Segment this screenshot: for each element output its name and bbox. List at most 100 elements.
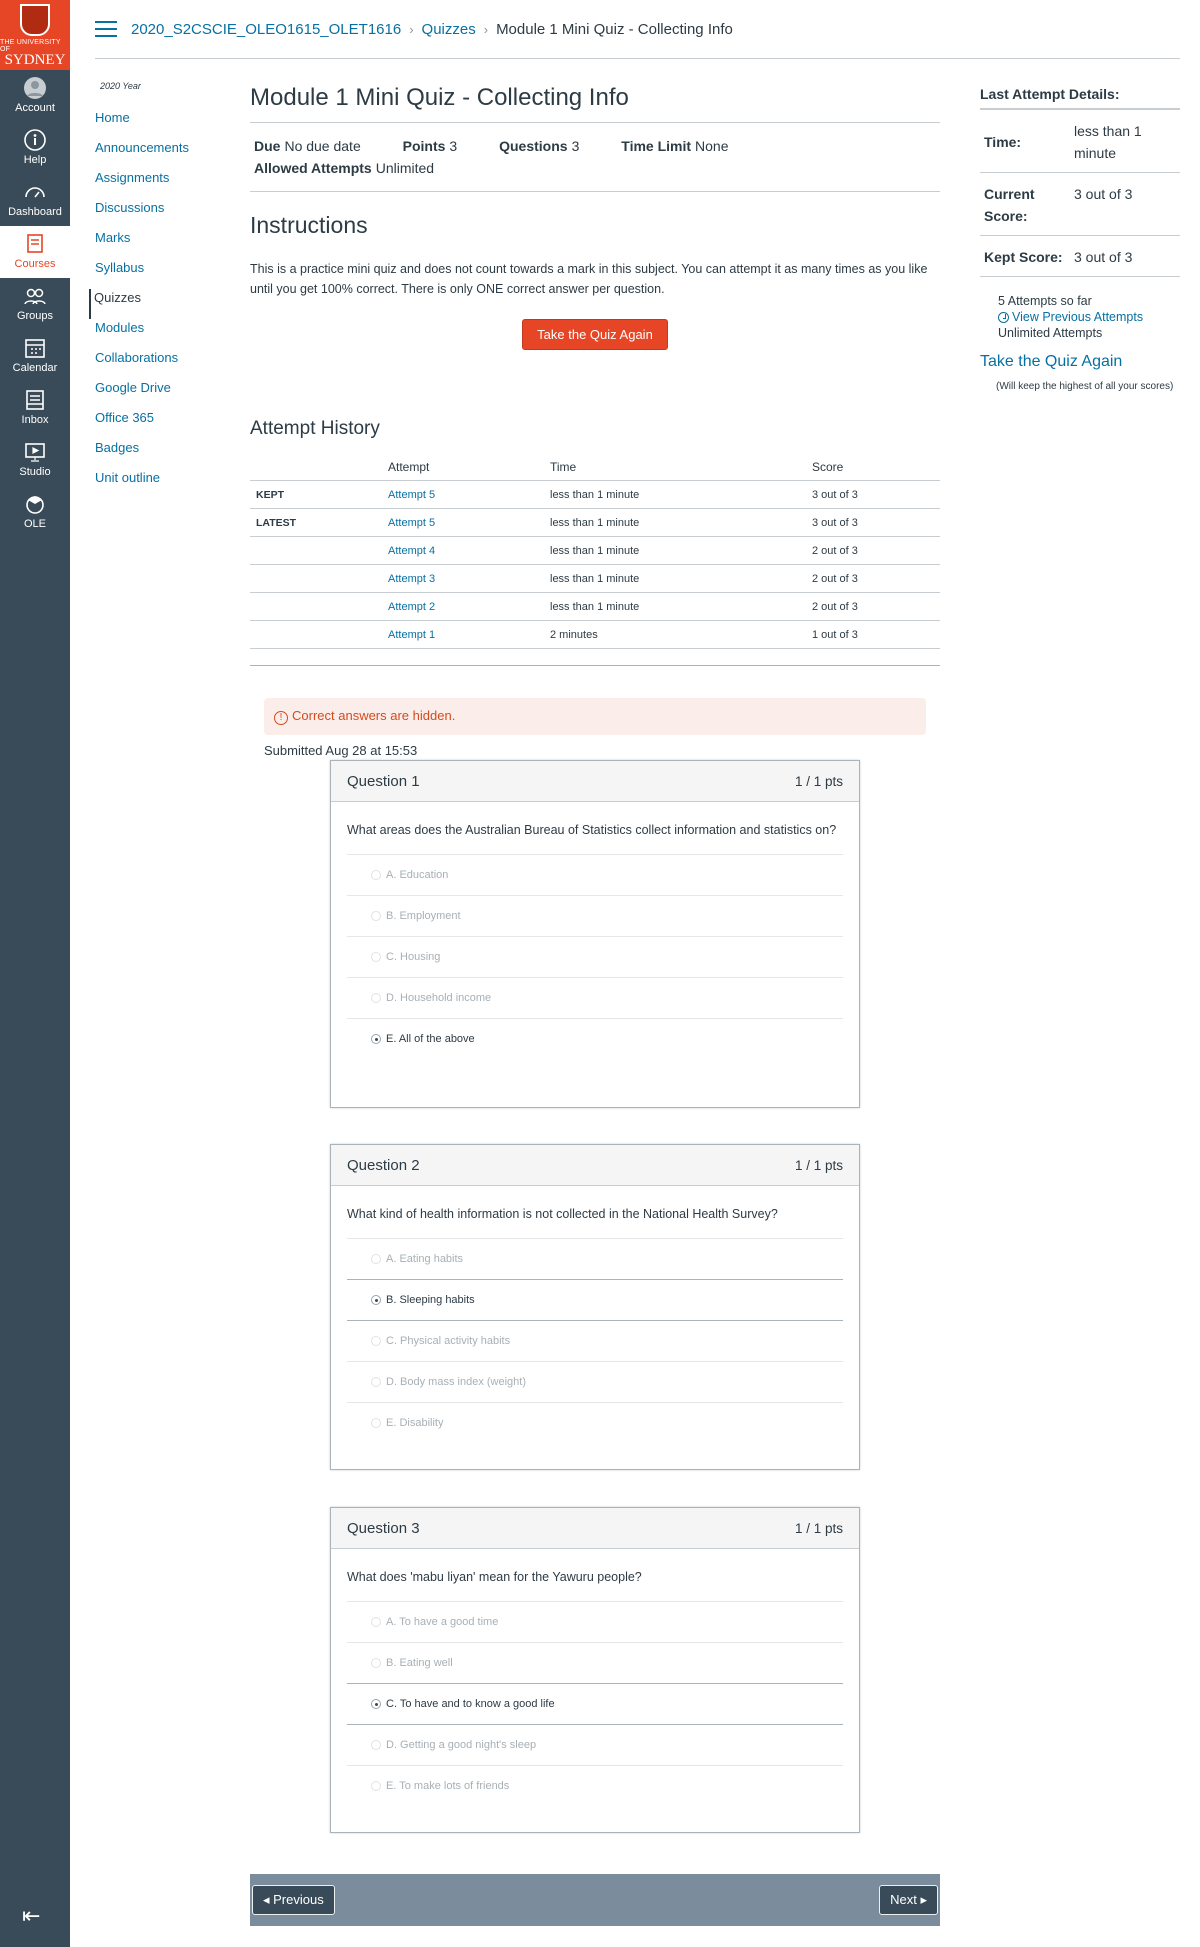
course-nav-badges[interactable]: Badges — [92, 439, 222, 469]
course-nav-collaborations[interactable]: Collaborations — [92, 349, 222, 379]
attempt-link[interactable]: Attempt 1 — [382, 620, 544, 649]
attempts-so-far: 5 Attempts so far — [998, 294, 1092, 308]
row-tag — [250, 536, 382, 565]
attempt-link[interactable]: Attempt 4 — [382, 536, 544, 565]
course-nav-home[interactable]: Home — [92, 109, 222, 139]
table-row: LATEST Attempt 5 less than 1 minute 3 out o… — [250, 508, 940, 537]
answer-option: D. Household income — [347, 977, 843, 1018]
course-nav-google-drive[interactable]: Google Drive — [92, 379, 222, 409]
gnav-inbox-label: Inbox — [21, 414, 49, 426]
attempt-link[interactable]: Attempt 5 — [382, 480, 544, 509]
answer-label: C. Physical activity habits — [386, 1335, 511, 1347]
course-nav-modules[interactable]: Modules — [92, 319, 222, 349]
answer-label: D. Getting a good night's sleep — [386, 1739, 537, 1751]
clock-icon — [998, 312, 1009, 323]
table-row: Attempt 12 minutes 1 out of 3 — [250, 620, 940, 649]
questions-label: Questions — [499, 138, 568, 154]
course-nav-quizzes[interactable]: Quizzes — [89, 289, 222, 319]
gnav-calendar[interactable]: Calendar — [0, 330, 70, 382]
gnav-groups-label: Groups — [16, 310, 54, 322]
answer-option: D. Getting a good night's sleep — [347, 1724, 843, 1765]
course-nav-syllabus[interactable]: Syllabus — [92, 259, 222, 289]
gnav-account[interactable]: Account — [0, 70, 70, 122]
course-nav-announcements[interactable]: Announcements — [92, 139, 222, 169]
row-tag: KEPT — [250, 480, 382, 509]
gnav-courses[interactable]: Courses — [0, 226, 70, 278]
answer-option-selected: E. All of the above — [347, 1018, 843, 1059]
sidebar-time-value: less than 1 minute — [1074, 123, 1142, 161]
answer-label: E. Disability — [386, 1417, 444, 1429]
attempt-link[interactable]: Attempt 5 — [382, 508, 544, 537]
row-time: 2 minutes — [544, 620, 806, 649]
hamburger-menu-icon[interactable] — [95, 21, 117, 37]
breadcrumb: 2020_S2CSCIE_OLEO1615_OLET1616 › Quizzes… — [95, 0, 1180, 59]
breadcrumb-quizzes[interactable]: Quizzes — [422, 21, 476, 38]
answer-label: B. Eating well — [386, 1657, 453, 1669]
university-logo[interactable]: THE UNIVERSITY OF SYDNEY — [0, 0, 70, 70]
gnav-help[interactable]: Help — [0, 122, 70, 174]
help-icon — [24, 129, 46, 151]
attempt-link[interactable]: Attempt 2 — [382, 592, 544, 621]
col-attempt: Attempt — [382, 454, 544, 481]
radio-icon — [371, 870, 381, 880]
gnav-ole[interactable]: OLE — [0, 486, 70, 538]
course-nav-discussions[interactable]: Discussions — [92, 199, 222, 229]
radio-icon — [371, 1781, 381, 1791]
sidebar-kept-value: 3 out of 3 — [1074, 249, 1133, 265]
sidebar-current-label: Current Score: — [984, 186, 1035, 224]
points-value: 3 — [449, 138, 458, 154]
gnav-studio[interactable]: Studio — [0, 434, 70, 486]
gnav-calendar-label: Calendar — [12, 362, 58, 374]
gnav-inbox[interactable]: Inbox — [0, 382, 70, 434]
sidebar-take-quiz-again-link[interactable]: Take the Quiz Again — [980, 353, 1180, 371]
answer-option: A. To have a good time — [347, 1601, 843, 1642]
question-text: What does 'mabu liyan' mean for the Yawu… — [347, 1570, 642, 1584]
row-score: 1 out of 3 — [806, 620, 940, 649]
question-points: 1 / 1 pts — [794, 1520, 843, 1536]
collapse-nav-icon[interactable]: ⇤ — [22, 1903, 40, 1929]
groups-icon — [24, 288, 46, 305]
previous-button[interactable]: ◂ Previous — [252, 1885, 335, 1915]
row-time: less than 1 minute — [544, 592, 806, 621]
chevron-right-icon: › — [409, 21, 414, 37]
table-row: Attempt 2 less than 1 minute 2 out of 3 — [250, 592, 940, 621]
next-button[interactable]: Next ▸ — [879, 1885, 938, 1915]
breadcrumb-course[interactable]: 2020_S2CSCIE_OLEO1615_OLET1616 — [131, 21, 401, 38]
gnav-dashboard[interactable]: Dashboard — [0, 174, 70, 226]
warning-icon: ! — [274, 711, 288, 725]
allowed-attempts-value: Unlimited — [375, 160, 435, 176]
sidebar-kept-label: Kept Score: — [984, 249, 1063, 265]
radio-icon — [371, 1336, 381, 1346]
view-previous-attempts-link[interactable]: View Previous Attempts — [1012, 310, 1143, 324]
time-limit-label: Time Limit — [621, 138, 692, 154]
answer-option: C. Physical activity habits — [347, 1320, 843, 1361]
row-score: 2 out of 3 — [806, 592, 940, 621]
radio-selected-icon — [371, 1295, 381, 1305]
due-label: Due — [254, 138, 281, 154]
answer-option-selected: C. To have and to know a good life — [347, 1683, 843, 1724]
question-3: Question 3 1 / 1 pts What does 'mabu liy… — [330, 1507, 860, 1833]
row-tag — [250, 620, 382, 649]
course-nav-office-365[interactable]: Office 365 — [92, 409, 222, 439]
course-nav-unit-outline[interactable]: Unit outline — [92, 469, 222, 499]
question-1: Question 1 1 / 1 pts What areas does the… — [330, 760, 860, 1108]
correct-answers-hidden-alert: ! Correct answers are hidden. — [264, 698, 926, 735]
sidebar-note: (Will keep the highest of all your score… — [996, 381, 1174, 392]
answer-option: A. Education — [347, 854, 843, 895]
course-nav-assignments[interactable]: Assignments — [92, 169, 222, 199]
table-row: KEPT Attempt 5 less than 1 minute 3 out of … — [250, 480, 940, 509]
take-quiz-again-button[interactable]: Take the Quiz Again — [522, 319, 668, 350]
breadcrumb-current: Module 1 Mini Quiz - Collecting Info — [496, 20, 733, 38]
gnav-studio-label: Studio — [19, 466, 51, 478]
answer-label: B. Sleeping habits — [386, 1294, 475, 1306]
gnav-groups[interactable]: Groups — [0, 278, 70, 330]
answer-label: C. To have and to know a good life — [386, 1698, 555, 1710]
answer-label: D. Body mass index (weight) — [386, 1376, 526, 1388]
gnav-help-label: Help — [23, 154, 47, 166]
attempt-link[interactable]: Attempt 3 — [382, 564, 544, 593]
radio-icon — [371, 1377, 381, 1387]
radio-icon — [371, 1740, 381, 1750]
allowed-attempts-label: Allowed Attempts — [254, 160, 372, 176]
course-nav-marks[interactable]: Marks — [92, 229, 222, 259]
question-header: Question 3 1 / 1 pts — [331, 1508, 859, 1549]
